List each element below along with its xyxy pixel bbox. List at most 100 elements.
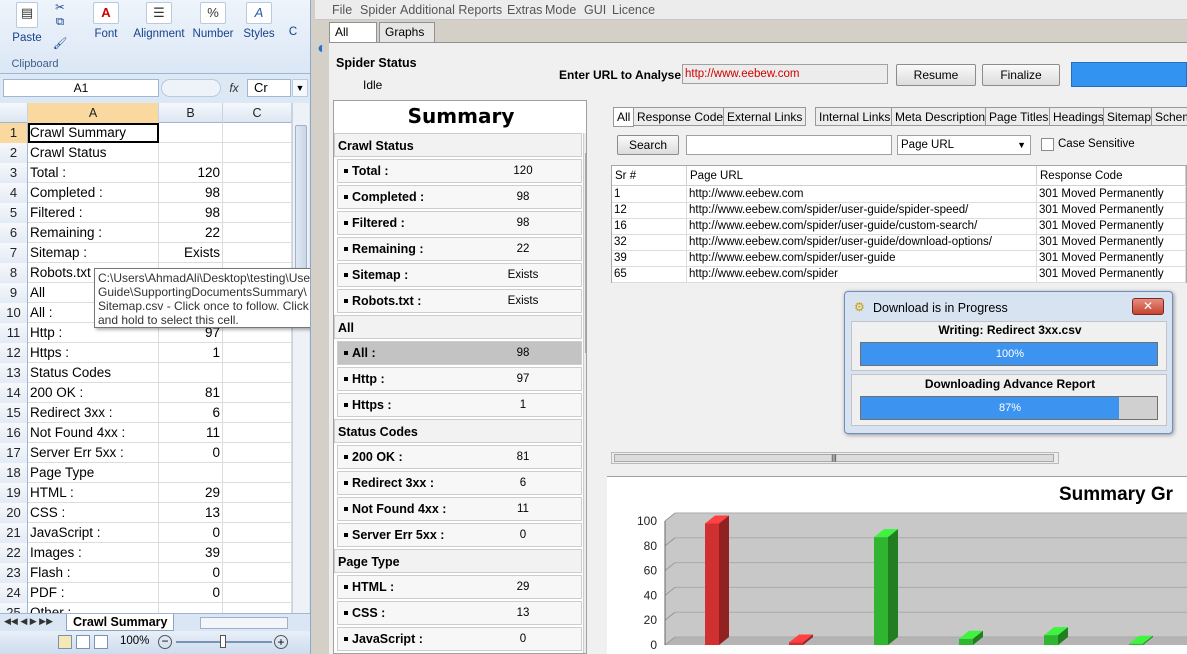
cell-c[interactable] [223,243,292,263]
cell-a[interactable]: Https : [28,343,159,363]
cell-c[interactable] [223,223,292,243]
number-button[interactable]: % Number [190,2,236,40]
cell-c[interactable] [223,163,292,183]
cell-c[interactable] [223,563,292,583]
cell-b[interactable]: 39 [159,543,223,563]
table-row[interactable]: 1 http://www.eebew.com 301 Moved Permanent… [612,187,1186,203]
row-header[interactable]: 22 [0,543,28,563]
cell-b[interactable]: 29 [159,483,223,503]
cell-c[interactable] [223,143,292,163]
summary-item[interactable]: Server Err 5xx : 0 [337,523,582,547]
column-header[interactable]: C [223,103,292,123]
tab-external-links[interactable]: External Links [723,107,807,126]
summary-item[interactable]: Redirect 3xx : 6 [337,471,582,495]
cell-c[interactable] [223,603,292,613]
menu-item-licence[interactable]: Licence [612,3,655,17]
cells-button[interactable]: C [286,26,300,38]
cell-c[interactable] [223,583,292,603]
cell-c[interactable] [223,523,292,543]
search-button[interactable]: Search [617,135,679,155]
tab-schema[interactable]: Schema [1151,107,1187,126]
close-icon[interactable]: ✕ [1132,298,1164,315]
cell-a[interactable]: Server Err 5xx : [28,443,159,463]
cell-a[interactable]: Status Codes [28,363,159,383]
row-header[interactable]: 17 [0,443,28,463]
cell-a[interactable]: Completed : [28,183,159,203]
summary-item[interactable]: Sitemap : Exists [337,263,582,287]
row-header[interactable]: 15 [0,403,28,423]
cell-c[interactable] [223,403,292,423]
table-row[interactable]: 65 http://www.eebew.com/spider 301 Moved P… [612,267,1186,283]
column-header-sr[interactable]: Sr # [612,166,687,186]
cell-c[interactable] [223,483,292,503]
cell-c[interactable] [223,463,292,483]
cell-b[interactable]: 6 [159,403,223,423]
cell-c[interactable] [223,383,292,403]
summary-item[interactable]: Not Found 4xx : 11 [337,497,582,521]
table-row[interactable]: 12 http://www.eebew.com/spider/user-guide… [612,203,1186,219]
cell-a[interactable]: HTML : [28,483,159,503]
tab-internal-links[interactable]: Internal Links [815,107,895,126]
column-header-response-code[interactable]: Response Code [1037,166,1186,186]
row-header[interactable]: 11 [0,323,28,343]
copy-icon[interactable]: ⧉ [50,16,70,29]
cell-b[interactable] [159,363,223,383]
cell-b[interactable] [159,463,223,483]
case-sensitive-checkbox[interactable] [1041,138,1054,151]
cell-b[interactable]: 0 [159,443,223,463]
row-header[interactable]: 23 [0,563,28,583]
cut-icon[interactable]: ✂ [50,0,70,14]
summary-item[interactable]: CSS : 13 [337,601,582,625]
cell-b[interactable]: 81 [159,383,223,403]
row-header[interactable]: 7 [0,243,28,263]
summary-item[interactable]: Filtered : 98 [337,211,582,235]
menu-item-additional-reports[interactable]: Additional Reports [400,3,502,17]
chevron-down-icon[interactable]: ▼ [292,79,308,97]
page-break-icon[interactable] [94,635,108,649]
row-header[interactable]: 4 [0,183,28,203]
cell-b[interactable]: 0 [159,583,223,603]
cell-c[interactable] [223,123,292,143]
row-header[interactable]: 8 [0,263,28,283]
insert-function-icon[interactable]: fx [224,79,244,97]
cell-b[interactable]: 0 [159,563,223,583]
menu-item-file[interactable]: File [332,3,352,17]
tab-all[interactable]: All [613,107,635,127]
table-row[interactable]: 32 http://www.eebew.com/spider/user-guide… [612,235,1186,251]
cell-a[interactable]: Crawl Summary [28,123,159,143]
start-button[interactable] [1071,62,1187,87]
summary-scroll-thumb[interactable] [585,153,586,353]
cell-a[interactable]: Flash : [28,563,159,583]
paste-button[interactable]: ▤ Paste [8,2,46,44]
normal-view-icon[interactable] [58,635,72,649]
alignment-button[interactable]: ☰ Alignment [130,2,188,40]
cell-a[interactable]: JavaScript : [28,523,159,543]
tab-graphs[interactable]: Graphs [379,22,435,42]
cell-b[interactable]: 1 [159,343,223,363]
summary-item[interactable]: JavaScript : 0 [337,627,582,651]
search-input[interactable] [686,135,892,155]
cell-c[interactable] [223,423,292,443]
tab-page-titles[interactable]: Page Titles [985,107,1053,126]
cell-b[interactable] [159,603,223,613]
summary-item[interactable]: Completed : 98 [337,185,582,209]
row-header[interactable]: 9 [0,283,28,303]
cell-c[interactable] [223,443,292,463]
table-row[interactable]: 39 http://www.eebew.com/spider/user-guide… [612,251,1186,267]
sheet-nav-arrows-icon[interactable]: ◀◀ ◀ ▶ ▶▶ [4,616,53,627]
cell-b[interactable]: 13 [159,503,223,523]
h-scroll-thumb[interactable]: ||| [614,454,1054,462]
table-row[interactable]: 16 http://www.eebew.com/spider/user-guide… [612,219,1186,235]
cell-a[interactable]: PDF : [28,583,159,603]
row-header[interactable]: 13 [0,363,28,383]
row-header[interactable]: 5 [0,203,28,223]
row-header[interactable]: 19 [0,483,28,503]
font-button[interactable]: A Font [88,2,124,40]
styles-button[interactable]: A Styles [240,2,278,40]
summary-item[interactable]: Https : 1 [337,393,582,417]
tab-meta-description[interactable]: Meta Description [891,107,990,126]
row-header[interactable]: 25 [0,603,28,613]
row-header[interactable]: 16 [0,423,28,443]
row-header[interactable]: 21 [0,523,28,543]
tab-all-data[interactable]: All Data [329,22,377,57]
